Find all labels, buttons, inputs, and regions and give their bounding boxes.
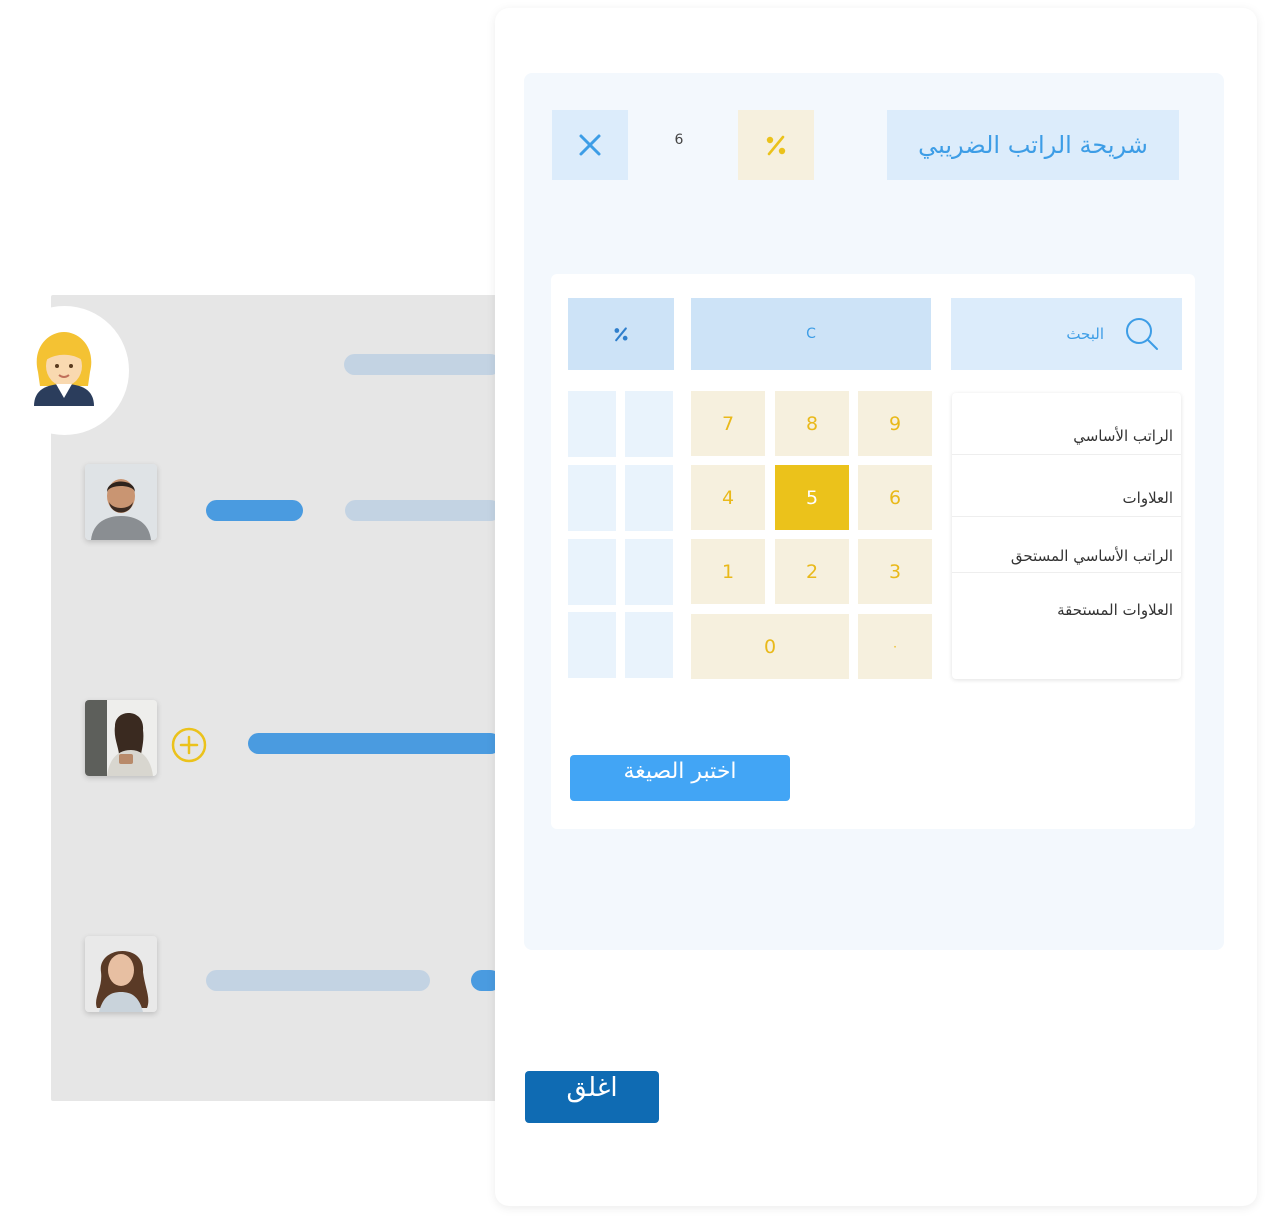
- variable-item-basic-salary[interactable]: الراتب الأساسي: [952, 427, 1181, 445]
- progress-bar: [206, 500, 303, 521]
- progress-bar: [248, 733, 501, 754]
- variable-item-due-allowances[interactable]: العلاوات المستحقة: [952, 601, 1181, 619]
- employee-photo: [85, 464, 157, 540]
- operator-key[interactable]: [568, 391, 616, 457]
- percent-key[interactable]: [568, 298, 674, 370]
- woman-office-worker-icon: [34, 332, 94, 406]
- variable-list: الراتب الأساسي العلاوات الراتب الأساسي ا…: [952, 393, 1181, 679]
- operator-key[interactable]: [625, 612, 673, 678]
- operator-key[interactable]: [625, 465, 673, 531]
- operator-key[interactable]: [625, 539, 673, 605]
- divider: [952, 454, 1181, 455]
- key-2[interactable]: 2: [775, 539, 849, 604]
- formula-value: 6: [674, 132, 684, 148]
- divider: [952, 516, 1181, 517]
- variable-item-allowances[interactable]: العلاوات: [952, 489, 1181, 507]
- operator-key[interactable]: [568, 612, 616, 678]
- employee-photo: [85, 700, 157, 776]
- key-0[interactable]: 0: [691, 614, 849, 679]
- placeholder-bar: [206, 970, 430, 991]
- key-4[interactable]: 4: [691, 465, 765, 530]
- percent-icon: [614, 327, 628, 342]
- key-9[interactable]: 9: [858, 391, 932, 456]
- variable-search-input[interactable]: البحث: [951, 298, 1182, 370]
- operator-key[interactable]: [625, 391, 673, 457]
- placeholder-bar: [344, 354, 501, 375]
- key-5[interactable]: 5: [775, 465, 849, 530]
- remove-formula-button[interactable]: [552, 110, 628, 180]
- operator-key[interactable]: [568, 465, 616, 531]
- search-placeholder: البحث: [1066, 325, 1104, 343]
- divider: [952, 572, 1181, 573]
- clear-key[interactable]: C: [691, 298, 931, 370]
- formula-title: شريحة الراتب الضريبي: [887, 110, 1179, 180]
- variable-item-due-basic-salary[interactable]: الراتب الأساسي المستحق: [952, 547, 1181, 565]
- search-icon: [1126, 318, 1158, 350]
- key-8[interactable]: 8: [775, 391, 849, 456]
- operator-key[interactable]: [568, 539, 616, 605]
- key-7[interactable]: 7: [691, 391, 765, 456]
- add-circle-icon[interactable]: [171, 727, 207, 763]
- percent-icon: [766, 135, 786, 156]
- close-button[interactable]: اغلق: [525, 1071, 659, 1123]
- key-decimal[interactable]: ·: [858, 614, 932, 679]
- test-formula-button[interactable]: اختبر الصيغة: [570, 755, 790, 801]
- close-icon: [579, 134, 601, 156]
- key-1[interactable]: 1: [691, 539, 765, 604]
- formula-percent-box: [738, 110, 814, 180]
- key-6[interactable]: 6: [858, 465, 932, 530]
- placeholder-bar: [345, 500, 501, 521]
- key-3[interactable]: 3: [858, 539, 932, 604]
- employee-photo: [85, 936, 157, 1012]
